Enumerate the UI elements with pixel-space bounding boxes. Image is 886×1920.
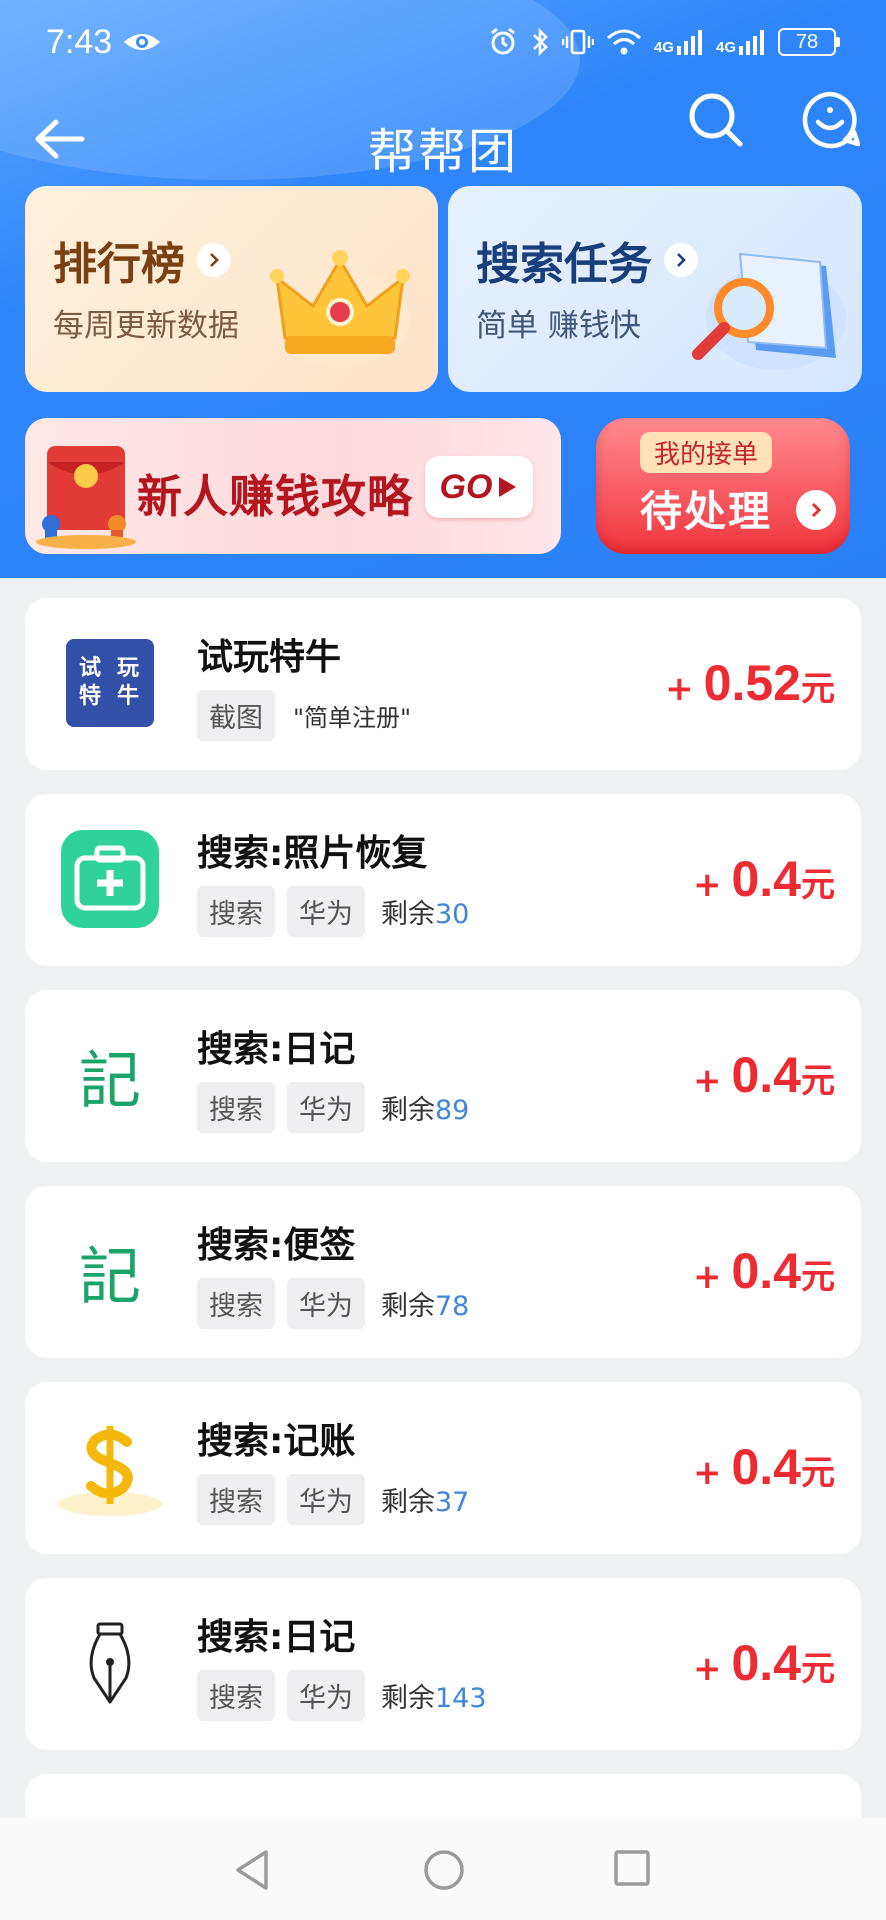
header-area: 7:43 4G 4G 78 帮帮团 排行榜 每周更新数据 搜索任务 简单 赚钱快… — [0, 0, 886, 578]
task-reward: + 0.4 元 — [692, 1243, 835, 1299]
task-card[interactable]: 搜索:日记 搜索 华为 剩余143 + 0.4 元 — [25, 1578, 861, 1750]
bluetooth-icon — [533, 27, 548, 57]
signal-icon — [676, 30, 702, 55]
task-name: 搜索:日记 — [197, 1617, 356, 1658]
task-app-icon: 试 玩 特 牛 — [55, 628, 165, 738]
leaderboard-card[interactable]: 排行榜 每周更新数据 — [25, 186, 438, 392]
task-remaining: 剩余89 — [381, 1095, 470, 1126]
task-tag: 搜索 — [197, 1474, 275, 1525]
task-remaining: 剩余78 — [381, 1291, 470, 1322]
nav-home-icon[interactable] — [422, 1848, 466, 1892]
task-reward: + 0.4 元 — [692, 1439, 835, 1495]
task-name: 试玩特牛 — [197, 637, 342, 678]
chat-icon[interactable] — [800, 90, 860, 150]
medical-kit-icon — [61, 830, 159, 928]
status-icons: 4G 4G 78 — [488, 27, 840, 57]
crown-icon — [270, 250, 410, 366]
search-task-title: 搜索任务 — [476, 228, 698, 292]
newbie-guide-banner[interactable]: 新人赚钱攻略 GO — [25, 418, 561, 554]
page-title: 帮帮团 — [367, 124, 518, 180]
task-tag: 搜索 — [197, 1670, 275, 1721]
notes-app-icon: 記 — [78, 1240, 141, 1313]
task-tag: 搜索 — [197, 886, 275, 937]
pending-text: 待处理 — [640, 487, 773, 536]
task-reward: + 0.4 元 — [692, 1635, 835, 1691]
task-reward: + 0.52 元 — [665, 655, 835, 711]
task-name: 搜索:照片恢复 — [197, 833, 428, 874]
task-meta: 搜索 华为 剩余143 — [197, 1670, 487, 1721]
task-app-icon — [55, 824, 165, 934]
task-app-icon — [55, 1412, 165, 1522]
svg-text:试: 试 — [79, 656, 101, 681]
status-time: 7:43 — [46, 22, 113, 61]
newbie-guide-text: 新人赚钱攻略 — [137, 470, 414, 523]
task-name: 搜索:记账 — [197, 1421, 356, 1462]
task-tag: 截图 — [197, 690, 275, 741]
task-reward: + 0.4 元 — [692, 1047, 835, 1103]
task-tag: 华为 — [287, 1278, 365, 1329]
signal-icon — [739, 30, 764, 55]
chevron-right-icon — [796, 490, 836, 530]
task-tag: 华为 — [287, 1474, 365, 1525]
task-tag: 华为 — [287, 1670, 365, 1721]
envelope-icon — [36, 446, 136, 549]
task-tag: 搜索 — [197, 1082, 275, 1133]
pending-orders-banner[interactable]: 我的接单 待处理 — [596, 418, 850, 554]
system-navigation-bar — [0, 1818, 886, 1920]
task-meta: 搜索 华为 剩余78 — [197, 1278, 469, 1329]
task-tag: 华为 — [287, 1082, 365, 1133]
task-card[interactable]: 试 玩 特 牛 试玩特牛 截图 "简单注册" + 0.52 元 — [25, 598, 861, 770]
search-task-card[interactable]: 搜索任务 简单 赚钱快 — [448, 186, 862, 392]
search-task-subtitle: 简单 赚钱快 — [476, 308, 641, 344]
leaderboard-subtitle: 每周更新数据 — [53, 308, 239, 344]
task-card[interactable]: 記 搜索:日记 搜索 华为 剩余89 + 0.4 元 — [25, 990, 861, 1162]
task-app-icon: 記 — [55, 1020, 165, 1130]
task-name: 搜索:便签 — [197, 1225, 356, 1266]
wifi-icon — [606, 29, 641, 55]
try-play-app-icon: 试 玩 特 牛 — [66, 639, 154, 727]
task-meta: 搜索 华为 剩余30 — [197, 886, 469, 937]
status-bar: 7:43 4G 4G 78 — [0, 0, 886, 84]
task-remaining: 剩余30 — [381, 899, 470, 930]
nav-bar: 帮帮团 — [0, 84, 886, 194]
task-note: "简单注册" — [293, 704, 412, 732]
svg-text:玩: 玩 — [117, 656, 139, 681]
signal-1: 4G — [654, 28, 704, 56]
signal-2: 4G — [716, 28, 766, 56]
chevron-right-icon — [197, 243, 231, 277]
task-card[interactable]: 搜索:记账 搜索 华为 剩余37 + 0.4 元 — [25, 1382, 861, 1554]
task-tag: 华为 — [287, 886, 365, 937]
task-remaining: 剩余37 — [381, 1487, 470, 1518]
task-reward: + 0.4 元 — [692, 851, 835, 907]
nav-back-icon[interactable] — [232, 1848, 272, 1892]
svg-text:特: 特 — [79, 683, 101, 709]
task-tag: 搜索 — [197, 1278, 275, 1329]
fountain-pen-icon — [89, 1622, 131, 1704]
task-meta: 搜索 华为 剩余37 — [197, 1474, 469, 1525]
battery-indicator: 78 — [778, 28, 840, 56]
nav-recents-icon[interactable] — [612, 1848, 652, 1888]
task-name: 搜索:日记 — [197, 1029, 356, 1070]
search-icon[interactable] — [686, 90, 746, 150]
dollar-icon — [58, 1426, 162, 1516]
task-card[interactable]: 搜索:照片恢复 搜索 华为 剩余30 + 0.4 元 — [25, 794, 861, 966]
go-button[interactable]: GO — [425, 456, 533, 518]
diary-app-icon: 記 — [78, 1044, 141, 1117]
alarm-icon — [491, 27, 515, 55]
play-triangle-icon — [499, 477, 517, 497]
task-app-icon: 記 — [55, 1216, 165, 1326]
eye-icon — [124, 34, 161, 50]
task-remaining: 剩余143 — [381, 1683, 487, 1714]
magnifier-icon — [692, 252, 846, 370]
task-card[interactable]: 記 搜索:便签 搜索 华为 剩余78 + 0.4 元 — [25, 1186, 861, 1358]
vibrate-icon — [561, 29, 594, 55]
task-meta: 搜索 华为 剩余89 — [197, 1082, 469, 1133]
my-orders-badge: 我的接单 — [640, 432, 773, 473]
task-app-icon — [55, 1608, 165, 1718]
leaderboard-title: 排行榜 — [53, 228, 231, 292]
task-meta: 截图 "简单注册" — [197, 690, 411, 741]
svg-text:牛: 牛 — [117, 683, 139, 709]
